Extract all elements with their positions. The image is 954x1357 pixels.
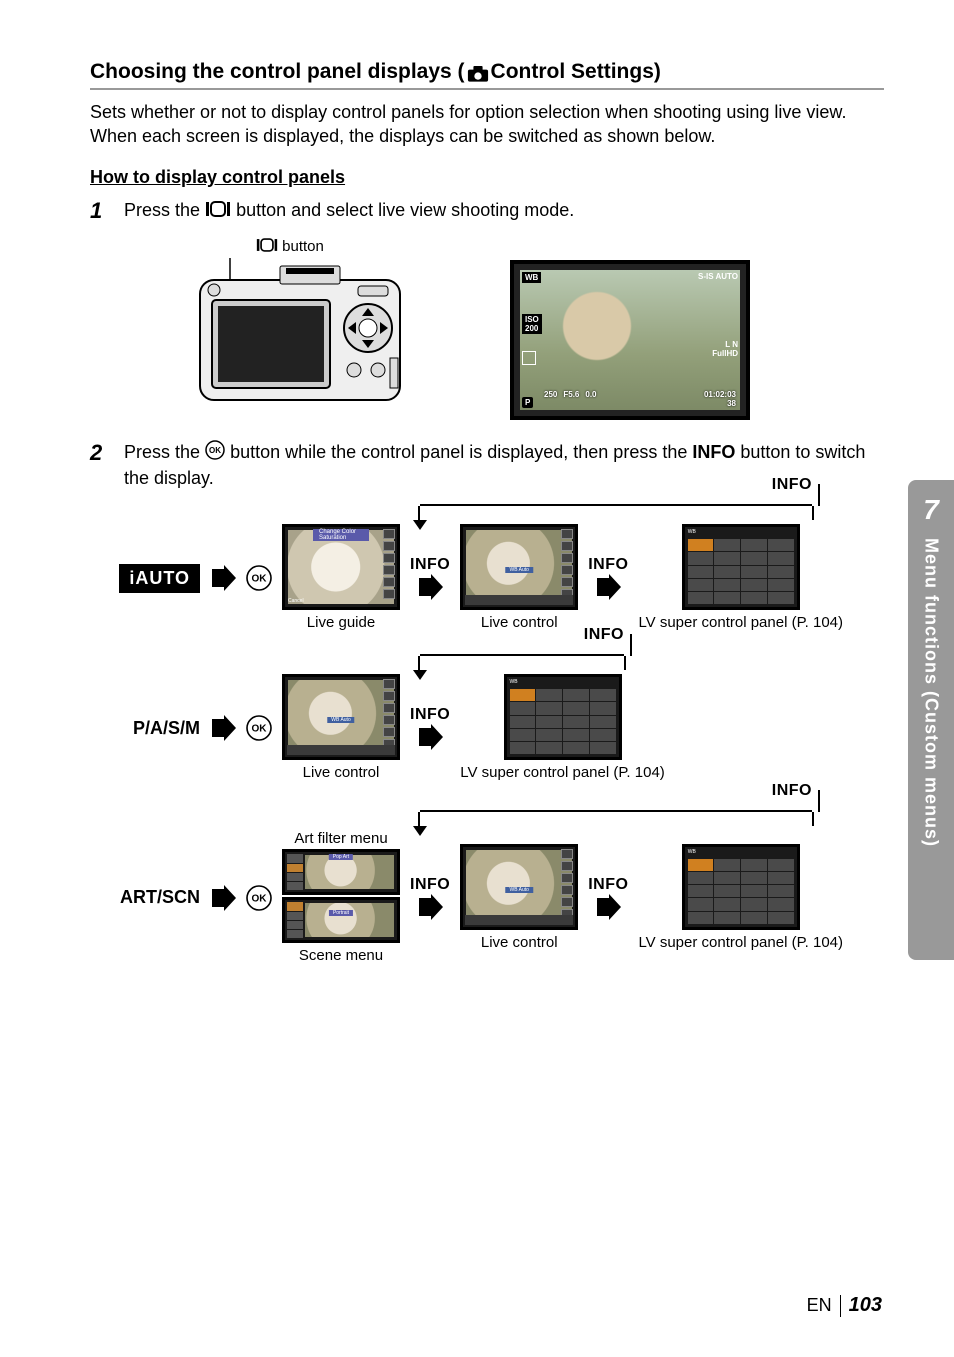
flow-artscn: INFO ART/SCN OK Art filter menu bbox=[90, 810, 884, 965]
pasm-label: P/A/S/M bbox=[90, 718, 200, 739]
art-filter-menu-label: Art filter menu bbox=[294, 830, 387, 847]
step1-text-pre: Press the bbox=[124, 200, 205, 220]
hud-time: 01:02:03 bbox=[704, 390, 736, 399]
arrow-right-icon bbox=[210, 885, 236, 911]
hud-iso: ISO 200 bbox=[522, 314, 542, 334]
step-number: 1 bbox=[90, 198, 110, 224]
panel-caption: Live control bbox=[303, 764, 380, 782]
flow-iauto: INFO iAUTO OK Change Color Saturation Ca… bbox=[90, 504, 884, 632]
panel-mid-label: WB Auto bbox=[505, 887, 532, 893]
panel-live-control: WB Auto Live control bbox=[282, 674, 400, 782]
hud-fhd: FullHD bbox=[712, 349, 738, 358]
flow-pasm: INFO P/A/S/M OK WB Auto Live control bbox=[90, 654, 884, 782]
step1-text-post: button and select live view shooting mod… bbox=[236, 200, 574, 220]
step1-figures: button bbox=[190, 238, 884, 420]
section-heading: Choosing the control panel displays ( Co… bbox=[90, 60, 884, 90]
chapter-number: 7 bbox=[923, 494, 939, 526]
panel-caption: Live control bbox=[481, 934, 558, 952]
arrow-right-icon bbox=[417, 724, 443, 750]
arrow-right-icon bbox=[595, 574, 621, 600]
subheading: How to display control panels bbox=[90, 167, 884, 188]
hud-ev: 0.0 bbox=[585, 390, 596, 408]
panel-top-label: Change Color Saturation bbox=[313, 529, 369, 541]
ok-button-icon: OK bbox=[246, 715, 272, 741]
ok-button-icon: OK bbox=[246, 565, 272, 591]
scp-wb: WB bbox=[510, 679, 518, 685]
info-label: INFO bbox=[584, 626, 624, 644]
info-label: INFO bbox=[772, 476, 812, 494]
step-1: 1 Press the button and select live view … bbox=[90, 198, 884, 224]
info-label: INFO bbox=[410, 556, 450, 574]
chapter-side-tab: 7 Menu functions (Custom menus) bbox=[908, 480, 954, 960]
hud-shots: 38 bbox=[727, 399, 736, 408]
svg-text:OK: OK bbox=[209, 446, 221, 455]
info-label: INFO bbox=[588, 876, 628, 894]
panel-live-control: WB Auto Live control bbox=[460, 844, 578, 952]
ok-button-icon: OK bbox=[246, 885, 272, 911]
svg-text:OK: OK bbox=[252, 724, 268, 735]
hud-mode-p: P bbox=[522, 397, 533, 408]
footer-lang: EN bbox=[807, 1295, 832, 1316]
step-2: 2 Press the OK button while the control … bbox=[90, 440, 884, 491]
panel-lv-super-control: WB LV super control panel (P. 104) bbox=[638, 844, 843, 952]
panel-top-label: Portrait bbox=[329, 910, 353, 916]
panel-caption: Live control bbox=[481, 614, 558, 632]
panel-caption: LV super control panel (P. 104) bbox=[460, 764, 665, 782]
panel-mid-label: WB Auto bbox=[327, 717, 354, 723]
artscn-label: ART/SCN bbox=[90, 887, 200, 908]
panel-lv-super-control: WB LV super control panel (P. 104) bbox=[638, 524, 843, 632]
panel-caption: Scene menu bbox=[299, 947, 383, 965]
page-footer: EN 103 bbox=[807, 1294, 882, 1317]
panel-caption: LV super control panel (P. 104) bbox=[638, 614, 843, 632]
arrow-right-icon bbox=[595, 894, 621, 920]
live-view-screen-example: WB S-IS AUTO ISO 200 P 250 F5.6 0.0 01:0… bbox=[510, 260, 750, 420]
camera-back-illustration bbox=[190, 258, 420, 418]
panel-live-control: WB Auto Live control bbox=[460, 524, 578, 632]
ok-button-icon: OK bbox=[205, 440, 225, 466]
hud-ln: L N bbox=[712, 340, 738, 349]
chapter-title: Menu functions (Custom menus) bbox=[921, 538, 942, 847]
section-heading-pre: Choosing the control panel displays ( bbox=[90, 60, 465, 84]
hud-wb: WB bbox=[522, 272, 541, 283]
info-label: INFO bbox=[410, 876, 450, 894]
step-number: 2 bbox=[90, 440, 110, 491]
step2-text-mid: button while the control panel is displa… bbox=[230, 442, 692, 462]
arrow-right-icon bbox=[210, 715, 236, 741]
arrow-right-icon bbox=[417, 894, 443, 920]
step2-info-label: INFO bbox=[692, 442, 735, 462]
panel-bot-label: Cancel bbox=[288, 598, 304, 604]
lv-button-callout: button bbox=[256, 238, 324, 256]
live-view-icon bbox=[256, 238, 278, 256]
arrow-right-icon bbox=[417, 574, 443, 600]
panel-mid-label: WB Auto bbox=[505, 567, 532, 573]
scp-wb: WB bbox=[688, 529, 696, 535]
section-heading-post: Control Settings) bbox=[491, 60, 661, 84]
panel-top-label: Pop Art bbox=[329, 854, 353, 860]
panel-caption: Live guide bbox=[307, 614, 375, 632]
hud-shutter: 250 bbox=[544, 390, 557, 408]
info-label: INFO bbox=[410, 706, 450, 724]
svg-text:OK: OK bbox=[252, 893, 268, 904]
lv-button-label: button bbox=[282, 238, 324, 255]
live-view-icon bbox=[205, 199, 231, 223]
footer-page-number: 103 bbox=[849, 1294, 882, 1317]
step2-text-pre: Press the bbox=[124, 442, 205, 462]
hud-isauto: S-IS AUTO bbox=[698, 272, 738, 281]
intro-paragraph: Sets whether or not to display control p… bbox=[90, 100, 884, 149]
hud-fstop: F5.6 bbox=[563, 390, 579, 408]
info-label: INFO bbox=[772, 782, 812, 800]
info-label: INFO bbox=[588, 556, 628, 574]
panel-caption: LV super control panel (P. 104) bbox=[638, 934, 843, 952]
camera-icon bbox=[467, 64, 489, 80]
panel-art-scene-menu: Art filter menu Pop Art Portrait Scene m… bbox=[282, 830, 400, 965]
panel-lv-super-control: WB LV super control panel (P. 104) bbox=[460, 674, 665, 782]
svg-text:OK: OK bbox=[252, 574, 268, 585]
scp-wb: WB bbox=[688, 849, 696, 855]
arrow-right-icon bbox=[210, 565, 236, 591]
iauto-badge: iAUTO bbox=[119, 564, 200, 593]
panel-live-guide: Change Color Saturation Cancel Live guid… bbox=[282, 524, 400, 632]
